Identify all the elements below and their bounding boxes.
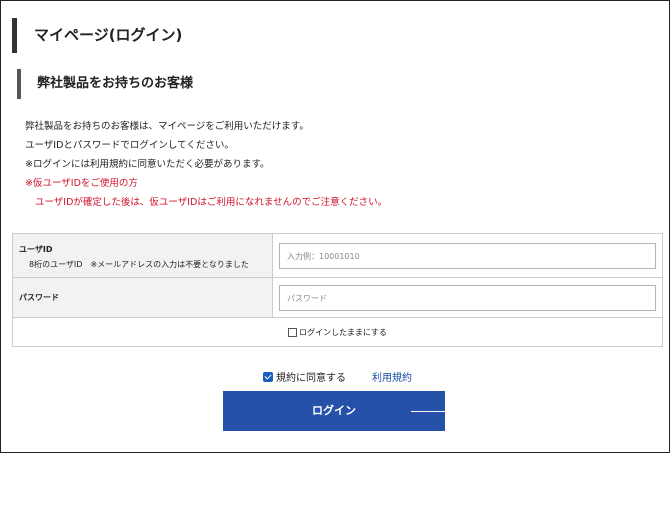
keep-login-label: ログインしたままにする: [299, 328, 387, 337]
notice-body: ユーザIDが確定した後は、仮ユーザIDはご利用になれませんのでご注意ください。: [35, 197, 388, 208]
arrow-line-icon: [411, 411, 445, 412]
intro-line-2: ユーザIDとパスワードでログインしてください。: [25, 140, 234, 151]
agree-checkbox[interactable]: [263, 371, 273, 382]
password-input[interactable]: [279, 285, 656, 311]
terms-link[interactable]: 利用規約: [372, 369, 412, 384]
password-label: パスワード: [19, 293, 59, 302]
keep-login-option[interactable]: ログインしたままにする: [288, 327, 387, 338]
intro-line-1: 弊社製品をお持ちのお客様は、マイページをご利用いただけます。: [25, 121, 309, 132]
notice-title: ※仮ユーザIDをご使用の方: [25, 178, 138, 189]
check-icon: [264, 371, 272, 380]
login-form: ユーザID 8桁のユーザID ※メールアドレスの入力は不要となりました パスワー…: [12, 233, 663, 347]
page-title: マイページ(ログイン): [12, 18, 182, 53]
password-label-cell: パスワード: [13, 278, 273, 317]
user-id-row: ユーザID 8桁のユーザID ※メールアドレスの入力は不要となりました: [13, 234, 662, 278]
agreement-row: 規約に同意する 利用規約: [263, 369, 412, 384]
keep-login-checkbox[interactable]: [288, 328, 298, 337]
section-title: 弊社製品をお持ちのお客様: [17, 69, 193, 99]
user-id-input[interactable]: [279, 243, 656, 269]
user-id-sub-label: 8桁のユーザID ※メールアドレスの入力は不要となりました: [29, 260, 249, 269]
intro-line-3: ※ログインには利用規約に同意いただく必要があります。: [25, 159, 270, 170]
login-button[interactable]: ログイン: [223, 391, 445, 431]
user-id-label-cell: ユーザID 8桁のユーザID ※メールアドレスの入力は不要となりました: [13, 234, 273, 277]
agree-label[interactable]: 規約に同意する: [276, 369, 346, 384]
password-row: パスワード: [13, 278, 662, 318]
intro-text: 弊社製品をお持ちのお客様は、マイページをご利用いただけます。 ユーザIDとパスワ…: [25, 117, 655, 212]
user-id-input-cell: [273, 234, 662, 277]
user-id-label: ユーザID: [19, 245, 53, 254]
keep-login-row: ログインしたままにする: [13, 318, 662, 346]
password-input-cell: [273, 278, 662, 317]
page-frame: マイページ(ログイン) 弊社製品をお持ちのお客様 弊社製品をお持ちのお客様は、マ…: [0, 0, 670, 453]
login-button-label: ログイン: [312, 404, 356, 417]
